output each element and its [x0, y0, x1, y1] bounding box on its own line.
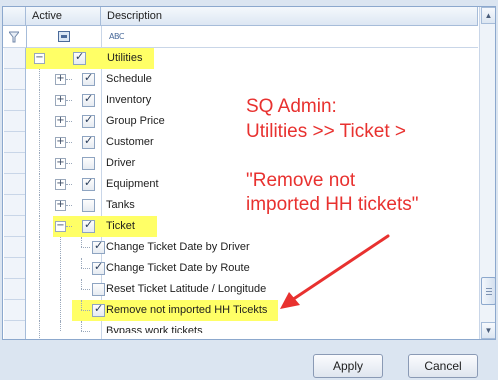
abc-icon[interactable]: ABC — [109, 31, 124, 42]
collapse-icon[interactable]: − — [34, 53, 45, 64]
expand-icon[interactable]: + — [55, 95, 66, 106]
active-checkbox[interactable]: ✓ — [82, 113, 95, 128]
checkmark-icon: ✓ — [94, 239, 104, 252]
row-selector[interactable] — [4, 153, 25, 174]
description-label: Ticket — [106, 220, 135, 232]
active-checkbox[interactable]: ✓ — [82, 71, 95, 86]
row-selector[interactable] — [4, 216, 25, 237]
annotation-line-2: Utilities >> Ticket > — [246, 121, 406, 142]
active-checkbox[interactable] — [92, 283, 105, 296]
row-selector[interactable] — [4, 237, 25, 258]
active-checkbox[interactable]: ✓ — [82, 92, 95, 107]
description-label: Change Ticket Date by Driver — [106, 241, 250, 253]
expand-icon[interactable]: + — [55, 116, 66, 127]
active-checkbox[interactable]: ✓ — [92, 239, 105, 254]
row-selector[interactable] — [4, 195, 25, 216]
filter-row: ABC — [3, 26, 478, 48]
tree-row-change-date-route[interactable]: ✓ Change Ticket Date by Route — [26, 258, 478, 279]
row-selector[interactable] — [4, 90, 25, 111]
checkmark-icon: ✓ — [94, 302, 104, 315]
active-checkbox[interactable]: ✓ — [73, 50, 86, 65]
tree-row-reset-lat-long[interactable]: Reset Ticket Latitude / Longitude — [26, 279, 478, 300]
active-checkbox[interactable]: ✓ — [82, 134, 95, 149]
row-selector[interactable] — [4, 174, 25, 195]
apply-button[interactable]: Apply — [313, 354, 383, 378]
expand-icon[interactable]: + — [55, 137, 66, 148]
row-selector[interactable] — [4, 69, 25, 90]
cancel-button[interactable]: Cancel — [408, 354, 478, 378]
scroll-thumb[interactable] — [481, 277, 495, 305]
tree-row-partial-next[interactable]: Bypass work tickets — [26, 321, 478, 339]
row-selector[interactable] — [4, 300, 25, 321]
checkmark-icon: ✓ — [84, 134, 94, 147]
description-label: Change Ticket Date by Route — [106, 262, 250, 274]
tree-row-utilities[interactable]: − ✓ Utilities — [26, 48, 478, 69]
description-label: Utilities — [107, 52, 143, 64]
scroll-down-button[interactable]: ▼ — [481, 322, 495, 339]
row-selector[interactable] — [4, 132, 25, 153]
tree-row-remove-not-imported[interactable]: ✓ Remove not imported HH Ticekts — [26, 300, 478, 321]
tree-row-change-date-driver[interactable]: ✓ Change Ticket Date by Driver — [26, 237, 478, 258]
active-checkbox[interactable]: ✓ — [92, 302, 105, 317]
active-checkbox[interactable] — [82, 157, 95, 170]
description-label: Tanks — [106, 199, 135, 211]
funnel-icon[interactable] — [7, 31, 21, 43]
description-label: Inventory — [106, 94, 152, 106]
active-checkbox[interactable]: ✓ — [82, 176, 95, 191]
checkbox-filter-icon[interactable] — [58, 31, 70, 42]
checkmark-icon: ✓ — [84, 71, 94, 84]
description-label: Customer — [106, 136, 154, 148]
expand-icon[interactable]: + — [55, 74, 66, 85]
annotation-line-4: imported HH tickets" — [246, 194, 419, 215]
tree-row-ticket[interactable]: − ✓ Ticket — [26, 216, 478, 237]
vertical-scrollbar[interactable]: ▲ ▼ — [479, 7, 495, 339]
row-selector[interactable] — [4, 321, 25, 339]
expand-icon[interactable]: + — [55, 200, 66, 211]
header-corner — [3, 7, 26, 26]
column-header-description[interactable]: Description — [101, 7, 478, 26]
annotation-line-3: "Remove not — [246, 170, 356, 191]
tree-row-schedule[interactable]: + ✓ Schedule — [26, 69, 478, 90]
description-label: Driver — [106, 157, 136, 169]
checkmark-icon: ✓ — [84, 92, 94, 105]
expand-icon[interactable]: + — [55, 179, 66, 190]
description-label: Bypass work tickets — [106, 325, 203, 333]
description-label: Schedule — [106, 73, 152, 85]
checkmark-icon: ✓ — [75, 50, 85, 63]
checkmark-icon: ✓ — [84, 113, 94, 126]
collapse-icon[interactable]: − — [55, 221, 66, 232]
row-selector[interactable] — [4, 279, 25, 300]
active-checkbox[interactable]: ✓ — [92, 260, 105, 275]
checkmark-icon: ✓ — [84, 176, 94, 189]
annotation-line-1: SQ Admin: — [246, 96, 337, 117]
row-selector[interactable] — [4, 258, 25, 279]
description-label: Equipment — [106, 178, 159, 190]
checkmark-icon: ✓ — [94, 260, 104, 273]
description-label: Group Price — [106, 115, 165, 127]
description-label: Remove not imported HH Ticekts — [106, 304, 268, 316]
scroll-up-button[interactable]: ▲ — [481, 7, 495, 24]
checkmark-icon: ✓ — [84, 218, 94, 231]
row-selector[interactable] — [4, 111, 25, 132]
grid-header: Active Description — [3, 7, 478, 26]
description-label: Reset Ticket Latitude / Longitude — [106, 283, 267, 295]
expand-icon[interactable]: + — [55, 158, 66, 169]
column-header-active[interactable]: Active — [26, 7, 101, 26]
row-selector[interactable] — [4, 48, 25, 69]
active-checkbox[interactable] — [82, 199, 95, 212]
active-checkbox[interactable]: ✓ — [82, 218, 95, 233]
